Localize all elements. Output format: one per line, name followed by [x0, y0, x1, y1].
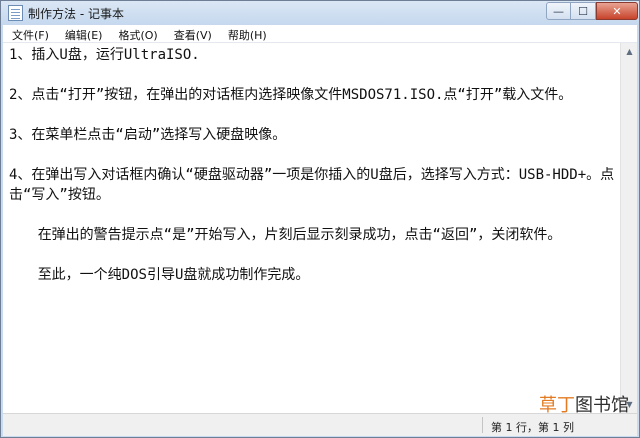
watermark-part-2: 图书馆 — [575, 395, 629, 416]
paragraph-4: 4、在弹出写入对话框内确认“硬盘驱动器”一项是你插入的U盘后，选择写入方式：US… — [9, 167, 615, 203]
menu-file[interactable]: 文件(F) — [3, 25, 57, 43]
menu-bar: 文件(F) 编辑(E) 格式(O) 查看(V) 帮助(H) — [3, 25, 637, 43]
minimize-button[interactable]: — — [546, 2, 571, 20]
window-title: 制作方法 - 记事本 — [28, 7, 124, 21]
menu-format[interactable]: 格式(O) — [110, 25, 165, 43]
watermark-logo: 草丁 图书馆 — [539, 391, 629, 417]
maximize-button[interactable]: ☐ — [571, 2, 596, 20]
paragraph-3: 3、在菜单栏点击“启动”选择写入硬盘映像。 — [9, 127, 287, 143]
vertical-scrollbar[interactable]: ▲ ▼ — [620, 43, 637, 413]
paragraph-2: 2、点击“打开”按钮，在弹出的对话框内选择映像文件MSDOS71.ISO.点“打… — [9, 87, 573, 103]
notepad-app-icon[interactable] — [8, 5, 23, 21]
notepad-window: 制作方法 - 记事本 — ☐ ✕ 文件(F) 编辑(E) 格式(O) 查看(V)… — [0, 0, 640, 438]
close-button[interactable]: ✕ — [596, 2, 638, 20]
paragraph-1: 1、插入U盘，运行UltraISO. — [9, 47, 200, 63]
paragraph-5: 在弹出的警告提示点“是”开始写入，片刻后显示刻录成功，点击“返回”，关闭软件。 — [37, 227, 562, 243]
menu-help[interactable]: 帮助(H) — [220, 25, 275, 43]
document-text[interactable]: 1、插入U盘，运行UltraISO. 2、点击“打开”按钮，在弹出的对话框内选择… — [9, 45, 619, 285]
watermark-part-1: 草丁 — [539, 395, 575, 416]
menu-view[interactable]: 查看(V) — [166, 25, 220, 43]
status-divider — [482, 417, 483, 433]
title-bar[interactable]: 制作方法 - 记事本 — ☐ ✕ — [1, 1, 639, 25]
scroll-up-icon[interactable]: ▲ — [622, 43, 637, 60]
paragraph-6: 至此，一个纯DOS引导U盘就成功制作完成。 — [37, 267, 310, 283]
cursor-position: 第 1 行，第 1 列 — [491, 421, 574, 434]
menu-edit[interactable]: 编辑(E) — [57, 25, 111, 43]
text-editor-area[interactable]: 1、插入U盘，运行UltraISO. 2、点击“打开”按钮，在弹出的对话框内选择… — [3, 43, 620, 413]
